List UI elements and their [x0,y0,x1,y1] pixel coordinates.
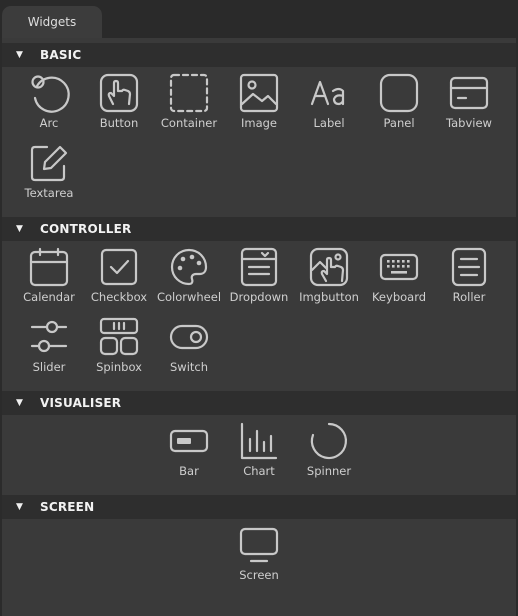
widget-label: Switch [169,360,209,374]
widget-panel[interactable]: Panel [364,73,434,144]
tab-widgets[interactable]: Widgets [2,6,102,38]
widget-label: Imgbutton [299,290,359,304]
widget-label: Screen [239,568,279,582]
widget-label: Calendar [23,290,75,304]
slider-icon [30,320,68,353]
roller-icon [451,247,487,287]
colorwheel-icon [170,248,208,286]
widget-label: Spinbox [96,360,142,374]
label-icon [310,80,345,106]
widget-label: Label [313,116,345,130]
widget-label: Container [160,116,218,130]
widget-button[interactable]: Button [84,73,154,144]
collapse-arrow-icon[interactable]: ▼ [16,502,23,512]
widget-chart[interactable]: Chart [224,422,294,492]
widget-image[interactable]: Image [224,73,294,144]
widget-label: Image [240,116,278,130]
panel-icon [379,73,419,113]
widget-label: Dropdown [229,290,289,304]
widget-label: Spinner [306,464,352,478]
chart-icon [240,422,278,460]
widget-spinbox[interactable]: Spinbox [84,317,154,388]
tab-bar: Widgets [0,0,518,38]
widget-spinner[interactable]: Spinner [294,422,364,492]
section-title: BASIC [40,48,82,62]
widget-label: Keyboard [371,290,427,304]
checkbox-icon [100,248,138,286]
widget-screen[interactable]: Screen [224,526,294,596]
container-icon [169,73,209,113]
keyboard-icon [379,253,419,281]
widget-label-widget[interactable]: Label [294,74,364,144]
widget-label: Roller [452,290,486,304]
section-header-visualiser[interactable]: ▼ VISUALISER [2,391,516,415]
section-title: SCREEN [40,500,95,514]
widget-bar[interactable]: Bar [154,422,224,492]
widget-label: Button [99,116,139,130]
collapse-arrow-icon[interactable]: ▼ [16,224,23,234]
button-icon [99,73,139,113]
tabview-icon [449,76,489,110]
bar-icon [169,429,209,453]
widget-checkbox[interactable]: Checkbox [84,248,154,318]
widget-label: Arc [39,116,59,130]
calendar-icon [29,247,69,287]
widget-calendar[interactable]: Calendar [14,247,84,318]
section-header-screen[interactable]: ▼ SCREEN [2,495,516,519]
section-title: CONTROLLER [40,222,132,236]
widget-imgbutton[interactable]: Imgbutton [294,247,364,318]
arc-icon [31,75,70,113]
collapse-arrow-icon[interactable]: ▼ [16,398,23,408]
widget-arc[interactable]: Arc [14,74,84,144]
imgbutton-icon [309,247,349,287]
section-header-controller[interactable]: ▼ CONTROLLER [2,217,516,241]
section-title: VISUALISER [40,396,122,410]
widget-container[interactable]: Container [154,73,224,144]
widget-dropdown[interactable]: Dropdown [224,247,294,318]
widget-switch[interactable]: Switch [154,318,224,388]
image-icon [239,73,279,113]
screen-icon [239,527,279,563]
widget-textarea[interactable]: Textarea [14,144,84,214]
widget-tabview[interactable]: Tabview [434,74,504,144]
widget-label: Colorwheel [156,290,222,304]
widget-label: Checkbox [90,290,148,304]
switch-icon [169,324,209,350]
widget-label: Panel [383,116,415,130]
widget-label: Slider [32,360,66,374]
textarea-icon [30,145,68,182]
widget-label: Bar [179,464,199,478]
widget-label: Textarea [24,186,74,200]
widget-label: Tabview [446,116,492,130]
widget-keyboard[interactable]: Keyboard [364,248,434,318]
collapse-arrow-icon[interactable]: ▼ [16,50,23,60]
widget-label: Chart [243,464,275,478]
spinner-icon [310,422,348,460]
widget-roller[interactable]: Roller [434,247,504,318]
section-header-basic[interactable]: ▼ BASIC [2,43,516,67]
widget-slider[interactable]: Slider [14,318,84,388]
dropdown-icon [240,247,278,287]
spinbox-icon [99,317,139,356]
widget-colorwheel[interactable]: Colorwheel [154,248,224,318]
